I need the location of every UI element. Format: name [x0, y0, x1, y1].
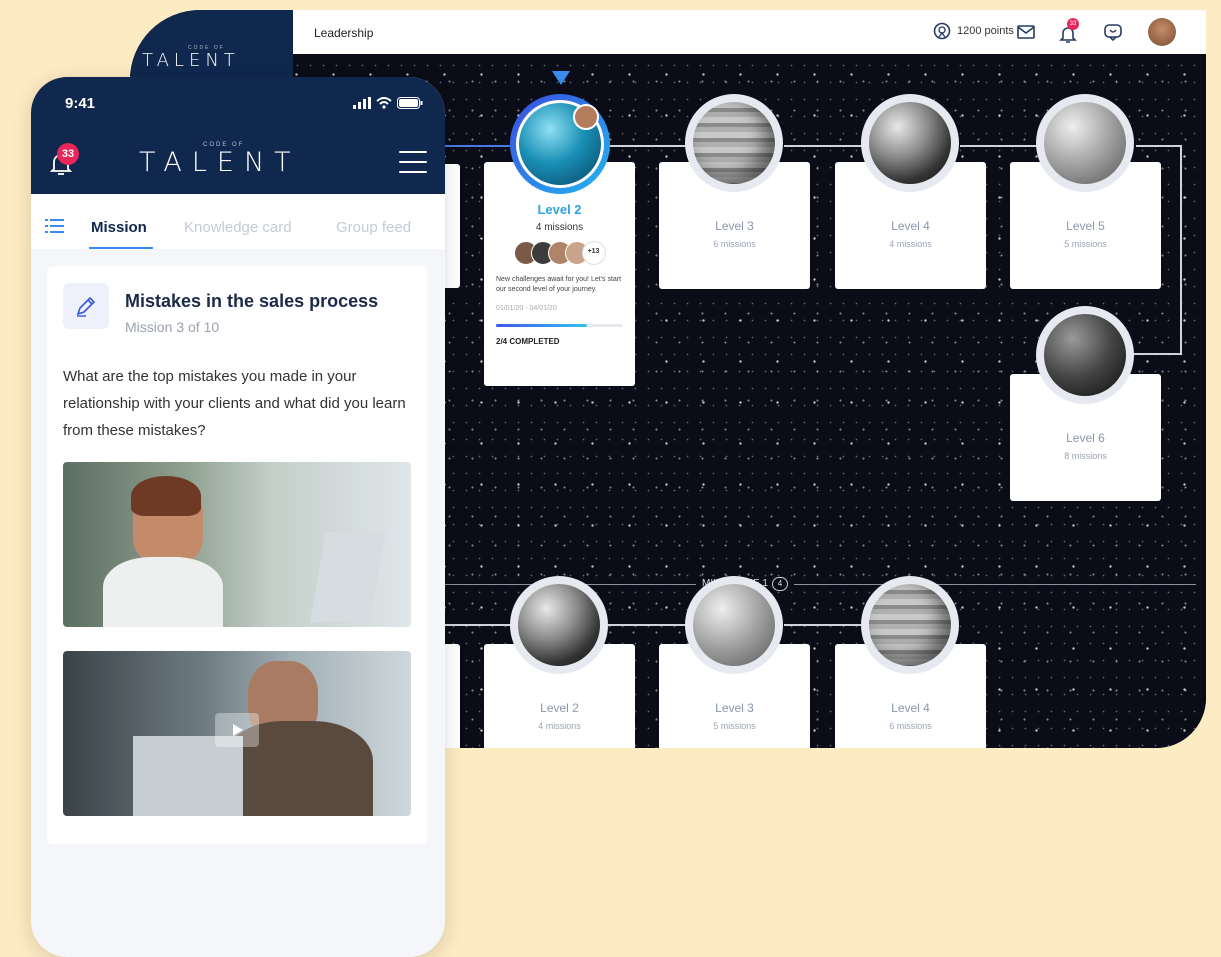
level-missions: 4 missions	[538, 721, 581, 731]
level-title: Level 3	[715, 701, 754, 715]
planet-icon	[518, 584, 600, 666]
level-description: New challenges await for you! Let's star…	[496, 276, 622, 293]
chat-icon[interactable]	[1103, 22, 1123, 42]
path-line	[1136, 145, 1182, 147]
planet-icon	[1044, 102, 1126, 184]
level-title: Level 6	[1066, 431, 1105, 445]
user-avatar	[573, 104, 599, 130]
level-dates: 01/01/20 - 04/01/20	[496, 305, 557, 312]
planet-icon	[693, 584, 775, 666]
path-line	[960, 145, 1040, 147]
mobile-header: 9:41 33 CODE OF TALENT	[31, 77, 445, 194]
progress-fill	[496, 324, 588, 327]
level-title: Level 4	[891, 701, 930, 715]
level-planet[interactable]	[1036, 306, 1134, 404]
level-title: Level 2	[537, 202, 582, 217]
path-line	[608, 145, 688, 147]
mission-video[interactable]	[63, 651, 411, 816]
tab-mission[interactable]: Mission	[91, 219, 147, 236]
level-title: Level 3	[715, 219, 754, 233]
mission-question: What are the top mistakes you made in yo…	[63, 368, 406, 439]
level-planet[interactable]	[861, 576, 959, 674]
mobile-tabs: Mission Knowledge card Group feed	[31, 194, 445, 249]
wifi-icon	[376, 97, 392, 109]
participant-avatars: +13	[484, 241, 635, 265]
laptop-shape	[310, 532, 386, 622]
status-icons	[353, 97, 423, 109]
level-planet-active[interactable]	[510, 94, 610, 194]
hair-shape	[131, 476, 201, 516]
level-planet[interactable]	[861, 94, 959, 192]
points-icon	[933, 22, 951, 40]
notification-badge: 33	[57, 143, 79, 165]
more-avatars-badge: +13	[581, 241, 606, 265]
level-planet[interactable]	[685, 94, 783, 192]
level-title: Level 5	[1066, 219, 1105, 233]
notifications-button[interactable]: 33	[1058, 18, 1082, 44]
planet-icon	[869, 102, 951, 184]
points-value: 1200 points	[957, 25, 1014, 37]
notification-badge: 33	[1067, 18, 1079, 30]
path-line	[608, 624, 688, 626]
active-tab-indicator	[89, 247, 153, 249]
signal-icon	[353, 97, 371, 109]
level-missions: 6 missions	[713, 239, 756, 249]
laptop-shape	[133, 736, 243, 816]
play-button[interactable]	[215, 713, 259, 747]
path-line	[784, 145, 864, 147]
tab-knowledge-card[interactable]: Knowledge card	[184, 219, 292, 236]
battery-icon	[397, 97, 423, 109]
path-line	[440, 145, 510, 147]
current-level-marker-icon	[552, 71, 570, 85]
mission-image[interactable]	[63, 462, 411, 627]
play-icon	[233, 724, 243, 736]
path-line	[1180, 145, 1182, 355]
status-time: 9:41	[65, 95, 96, 112]
level-missions: 8 missions	[1064, 451, 1107, 461]
planet-icon	[1044, 314, 1126, 396]
path-line	[784, 624, 864, 626]
level-missions: 5 missions	[1064, 239, 1107, 249]
desktop-logo[interactable]: CODE OF TALENT	[130, 10, 293, 82]
level-planet[interactable]	[510, 576, 608, 674]
completion-status: 2/4 COMPLETED	[496, 337, 560, 346]
mission-card: Mistakes in the sales process Mission 3 …	[47, 266, 427, 844]
shirt-shape	[103, 557, 223, 627]
level-title: Level 2	[540, 701, 579, 715]
level-planet[interactable]	[685, 576, 783, 674]
mission-progress-label: Mission 3 of 10	[125, 319, 220, 335]
progress-bar	[496, 324, 623, 327]
level-card-active[interactable]: Level 2 4 missions +13 New challenges aw…	[484, 162, 635, 386]
milestone-count: 4	[771, 577, 788, 591]
page-title: Leadership	[314, 26, 374, 40]
mail-icon[interactable]	[1016, 22, 1036, 42]
level-planet[interactable]	[1036, 94, 1134, 192]
logo-text: TALENT	[139, 147, 301, 178]
path-line	[1130, 353, 1182, 355]
tab-group-feed[interactable]: Group feed	[336, 219, 411, 236]
pen-icon	[76, 296, 96, 317]
planet-icon	[693, 102, 775, 184]
level-title: Level 4	[891, 219, 930, 233]
user-avatar[interactable]	[1148, 18, 1176, 46]
list-icon[interactable]	[45, 218, 65, 234]
level-missions: 5 missions	[713, 721, 756, 731]
level-missions: 4 missions	[535, 222, 584, 233]
top-bar: Leadership 1200 points 33	[293, 10, 1206, 54]
mission-icon-box	[63, 283, 109, 329]
level-missions: 4 missions	[889, 239, 932, 249]
mobile-app: 9:41 33 CODE OF TALENT Mission Knowledge…	[31, 77, 445, 957]
level-card-partial[interactable]	[444, 164, 460, 288]
planet-icon	[869, 584, 951, 666]
mission-title: Mistakes in the sales process	[125, 291, 379, 311]
hamburger-menu-icon[interactable]	[399, 151, 427, 173]
logo-text: TALENT	[142, 50, 240, 71]
level-missions: 6 missions	[889, 721, 932, 731]
points-display[interactable]: 1200 points	[933, 22, 1014, 40]
level-card-partial[interactable]	[444, 644, 460, 748]
